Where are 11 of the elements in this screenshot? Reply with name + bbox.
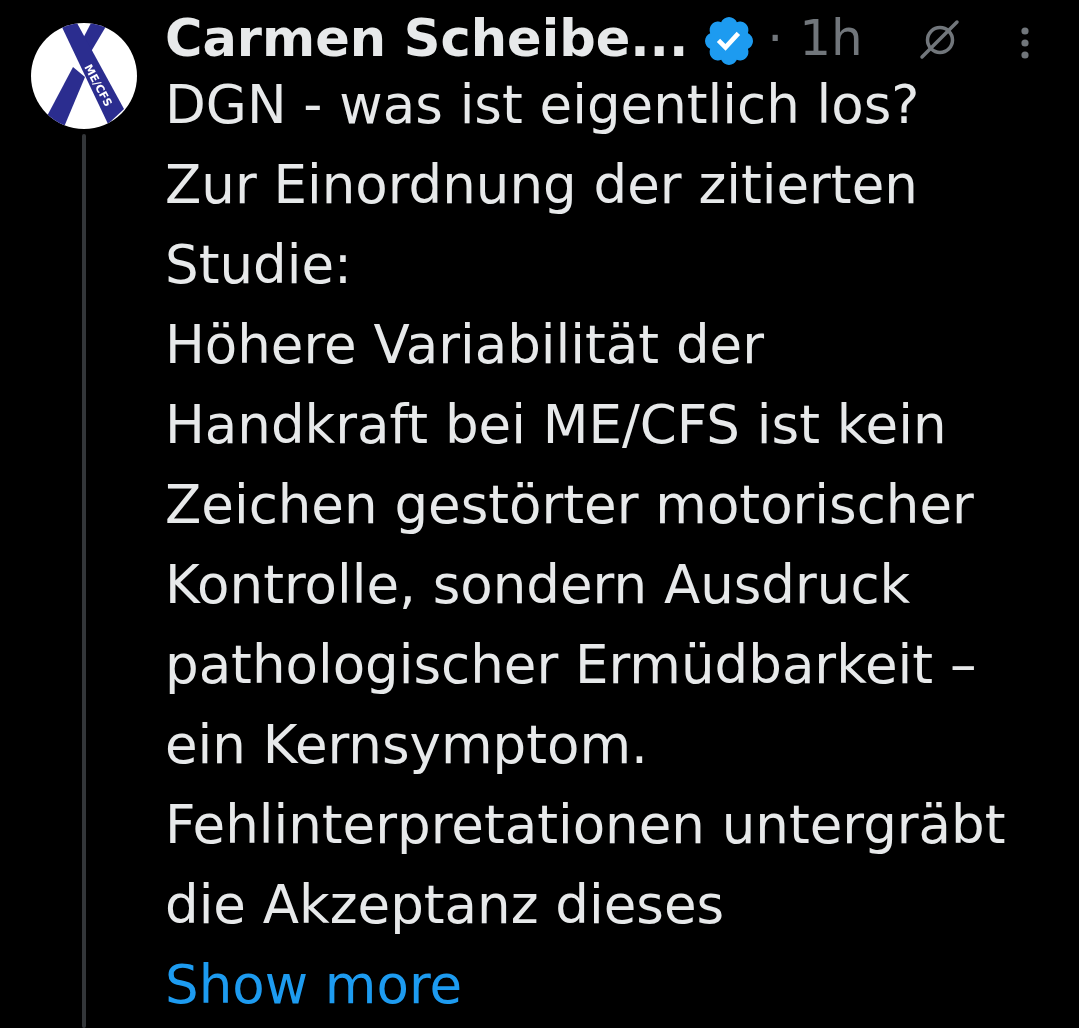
- show-more-link[interactable]: Show more: [165, 954, 463, 1015]
- post-text: Zur Einordnung der zitierten Studie:: [165, 153, 919, 297]
- post-text: DGN - was ist eigentlich los?: [165, 73, 921, 137]
- slashed-circle-button[interactable]: [919, 19, 960, 60]
- more-icon: [1021, 27, 1029, 59]
- post-time: · 1h: [767, 12, 863, 65]
- post-text: Fehlinterpretationen untergräbt die Akzeptanz dieses Show more: [165, 793, 1007, 1017]
- author-name[interactable]: Carmen Scheibe...: [165, 12, 689, 65]
- post-text: Höhere Variabilität der Handkraft bei ME/CFS ist kein Zeichen gestörter motorischer Kontrolle, sondern Ausdruck pathologischer Ermüdbarkeit – ein Kernsymptom.: [165, 313, 978, 777]
- more-button[interactable]: [1021, 27, 1029, 59]
- slashed-circle-icon: [919, 19, 960, 60]
